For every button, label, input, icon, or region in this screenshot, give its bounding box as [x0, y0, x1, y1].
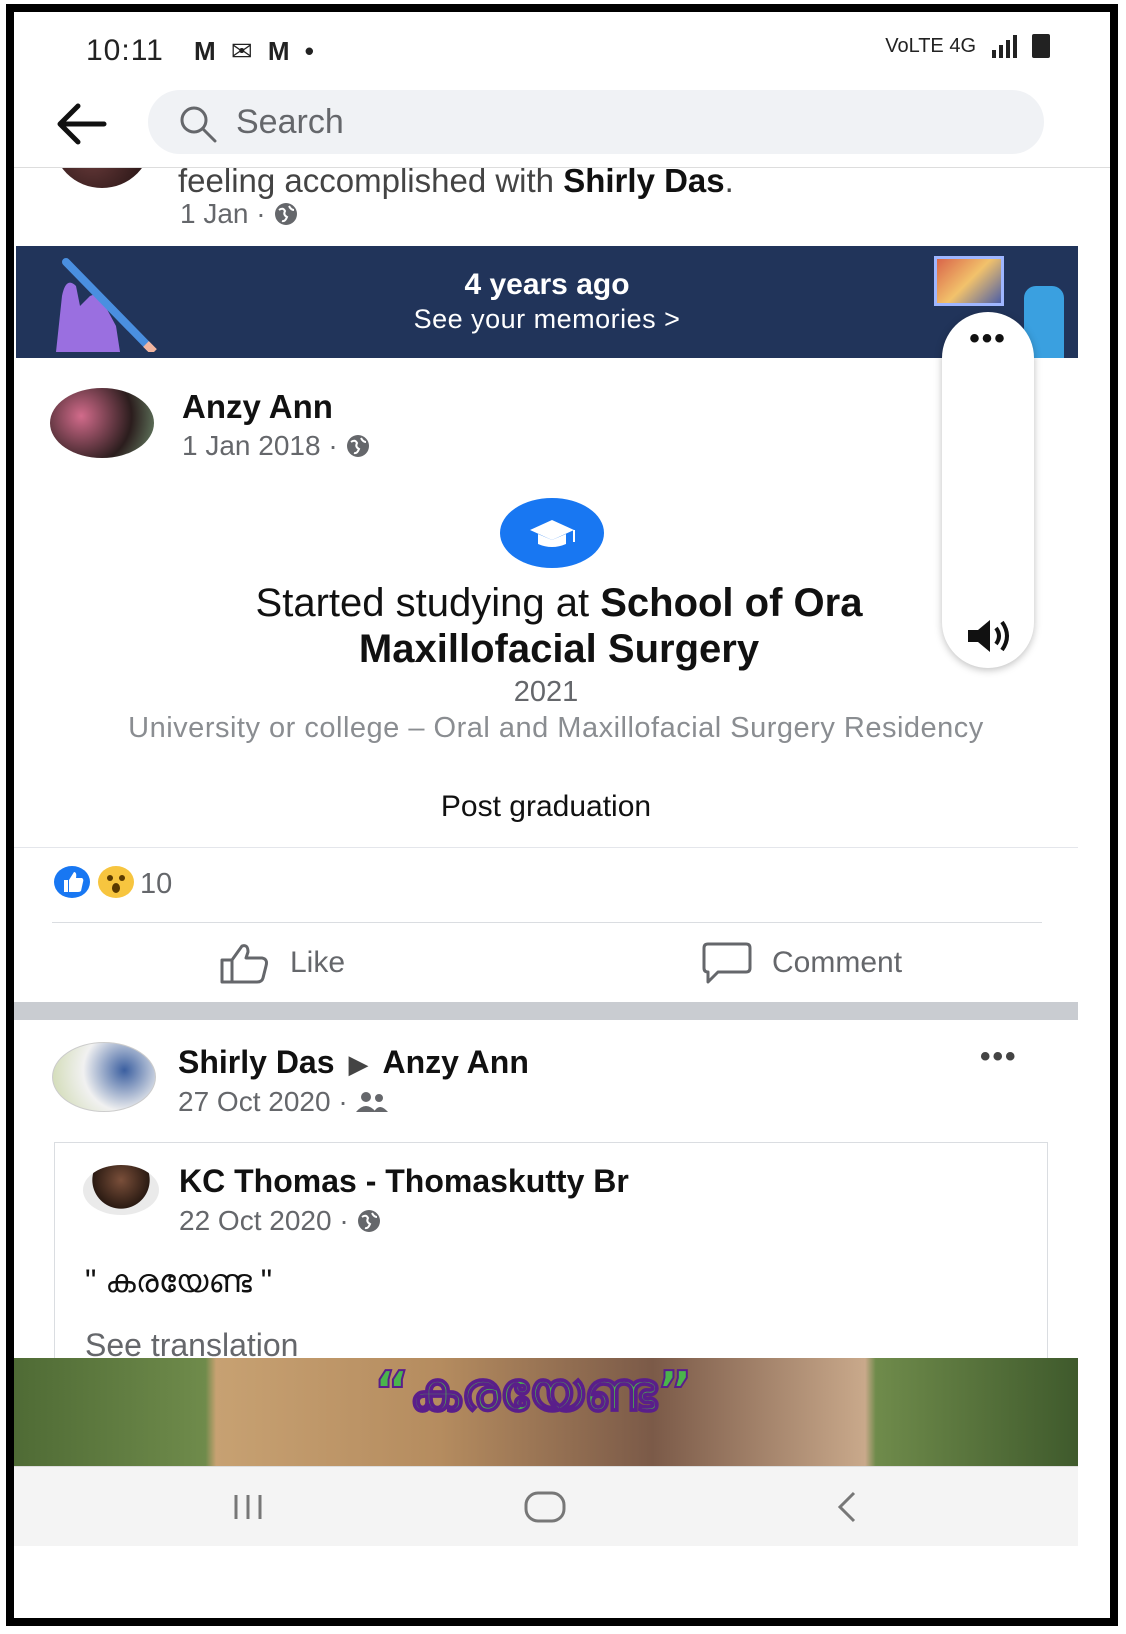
friends-icon — [356, 1092, 389, 1112]
headline-school-link[interactable]: School of Ora — [600, 581, 862, 625]
notification-icons: M ✉ M • — [194, 36, 318, 66]
status-time: 10:11 — [86, 34, 164, 67]
feed-separator — [14, 1002, 1078, 1020]
recent-apps-icon[interactable] — [228, 1487, 268, 1527]
previous-post: feeling accomplished with Shirly Das. 1 … — [14, 132, 1110, 254]
memory-post: Anzy Ann 1 Jan 2018 · Started studying a… — [14, 358, 1078, 848]
shared-post-meta: 22 Oct 2020 · — [179, 1205, 382, 1237]
shared-post-card[interactable]: KC Thomas - Thomaskutty Br 22 Oct 2020 ·… — [54, 1142, 1048, 1382]
like-button[interactable]: Like — [218, 940, 345, 986]
comment-button[interactable]: Comment — [700, 940, 902, 986]
comment-icon — [702, 942, 752, 984]
life-event-description: University or college – Oral and Maxillo… — [128, 712, 984, 744]
comment-label: Comment — [772, 946, 903, 979]
back-arrow-icon[interactable] — [52, 96, 112, 152]
post-meta: 1 Jan 2018 · — [182, 430, 371, 462]
avatar[interactable] — [50, 388, 154, 458]
screen-frame: 10:11 M ✉ M • VoLTE 4G feeling accompli — [6, 4, 1118, 1626]
memory-thumbnail[interactable] — [934, 256, 1004, 306]
floating-video-controls: ••• — [942, 312, 1034, 668]
shared-post-date[interactable]: 22 Oct 2020 · — [179, 1205, 356, 1236]
globe-icon — [275, 203, 298, 225]
arrow-right-icon: ▶ — [348, 1049, 369, 1079]
previous-post-meta: 1 Jan · — [180, 198, 299, 230]
battery-icon — [1032, 34, 1050, 58]
headline-school-link-line2[interactable]: Maxillofacial Surgery — [359, 627, 759, 671]
network-label: VoLTE 4G — [885, 34, 976, 57]
divider — [52, 922, 1042, 923]
see-memories-link[interactable]: See your memories > — [16, 304, 1078, 335]
reactions-bar[interactable]: 10 — [14, 848, 1078, 922]
memories-banner[interactable]: 4 years ago See your memories > — [16, 246, 1078, 358]
post-image[interactable]: “കരയേണ്ട” — [14, 1358, 1078, 1466]
post-author[interactable]: Shirly Das — [178, 1044, 335, 1080]
post-date[interactable]: 27 Oct 2020 · — [178, 1086, 355, 1117]
shared-post-author[interactable]: KC Thomas - Thomaskutty Br — [179, 1163, 629, 1200]
post-meta: 27 Oct 2020 · — [178, 1086, 389, 1118]
back-nav-icon[interactable] — [832, 1487, 862, 1527]
android-nav-bar — [14, 1466, 1078, 1546]
graduation-cap-icon — [500, 498, 604, 568]
post-actions: Like Comment — [14, 924, 1078, 1002]
life-event-year: 2021 — [513, 676, 579, 708]
search-bar[interactable] — [148, 90, 1044, 154]
speaker-icon[interactable] — [964, 618, 1014, 654]
search-input[interactable] — [236, 98, 996, 146]
shared-post-text: " കരയേണ്ട " — [85, 1263, 273, 1299]
post-author[interactable]: Anzy Ann — [182, 388, 333, 426]
status-bar: 10:11 M ✉ M • VoLTE 4G — [14, 12, 1110, 82]
more-options-icon[interactable]: ••• — [942, 322, 1034, 356]
like-label: Like — [290, 946, 346, 979]
life-event-level: Post graduation — [440, 790, 652, 823]
signal-icon — [992, 35, 1017, 58]
wall-post: Shirly Das ▶ Anzy Ann 27 Oct 2020 · ••• KC… — [14, 1020, 1078, 1382]
wow-reaction-icon — [98, 866, 134, 898]
avatar[interactable] — [83, 1165, 159, 1215]
post-author-line: Shirly Das ▶ Anzy Ann — [178, 1044, 529, 1081]
thumbs-up-icon — [220, 944, 268, 984]
post-target[interactable]: Anzy Ann — [383, 1044, 529, 1080]
globe-icon — [358, 1210, 381, 1232]
avatar[interactable] — [52, 1042, 156, 1112]
globe-icon — [347, 435, 370, 457]
home-icon[interactable] — [522, 1487, 568, 1527]
memories-title: 4 years ago — [464, 268, 630, 301]
previous-post-date[interactable]: 1 Jan · — [180, 198, 273, 229]
search-header — [14, 82, 1110, 168]
reaction-count: 10 — [140, 868, 173, 900]
headline-prefix: Started studying at — [255, 581, 601, 625]
life-event-headline: Started studying at School of Ora Maxillo… — [34, 580, 1084, 672]
system-icons: VoLTE 4G — [885, 34, 1050, 58]
search-icon — [180, 106, 217, 143]
more-options-icon[interactable]: ••• — [980, 1040, 1018, 1074]
like-reaction-icon — [54, 866, 90, 898]
post-date[interactable]: 1 Jan 2018 · — [182, 430, 345, 461]
app-screen: 10:11 M ✉ M • VoLTE 4G feeling accompli — [14, 12, 1110, 1618]
image-overlay-text: “കരയേണ്ട” — [373, 1359, 693, 1424]
